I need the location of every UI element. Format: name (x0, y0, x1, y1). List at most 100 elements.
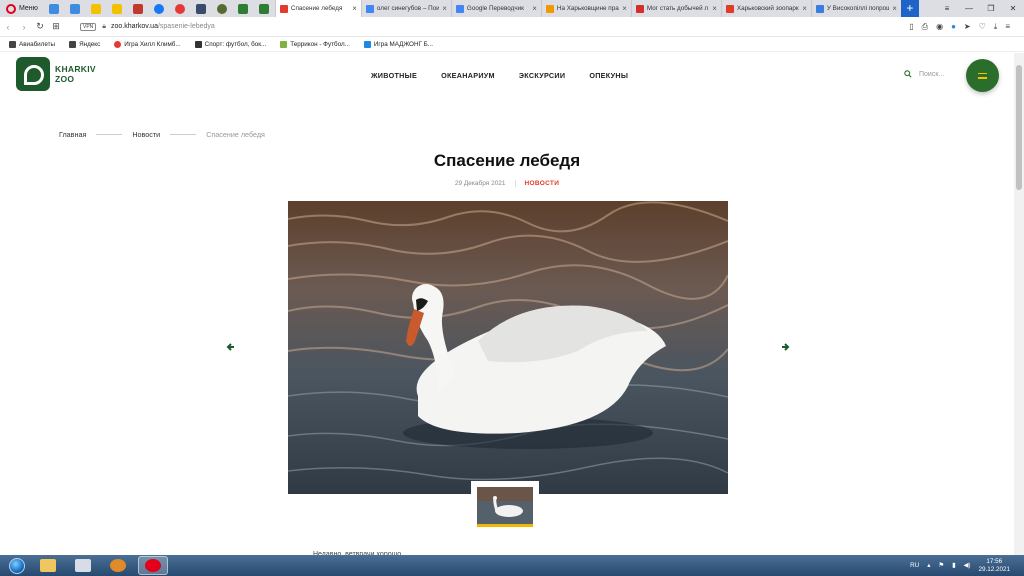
shield-icon (363, 40, 371, 48)
menu-button[interactable] (966, 59, 999, 92)
site-search[interactable]: Поиск... (904, 70, 944, 78)
gallery-thumbnails (471, 481, 539, 530)
page-title: Спасение лебедя (433, 151, 581, 170)
tab-search[interactable]: олег синегубов – Пои × (360, 0, 451, 17)
scrollbar-thumb[interactable] (1016, 65, 1022, 190)
news-favicon-icon (545, 4, 554, 13)
snapshot-icon[interactable]: ⎙ (922, 22, 928, 32)
breadcrumb-divider (96, 134, 123, 135)
bookmarks-panel-icon[interactable]: ▯ (909, 22, 913, 32)
pinned-tab-4[interactable] (107, 0, 128, 17)
pinned-tab-6[interactable] (149, 0, 170, 17)
pinned-tab-10[interactable] (233, 0, 254, 17)
swan-thumbnail (477, 487, 533, 524)
search-input[interactable]: Поиск... (919, 71, 944, 78)
folder-icon (40, 559, 56, 572)
tab-translate[interactable]: Google Переводчик × (450, 0, 541, 17)
pinned-tab-5[interactable] (128, 0, 149, 17)
nav-item-excursions[interactable]: ЭКСКУРСИИ (519, 71, 565, 80)
site-logo[interactable]: KHARKIV ZOO (16, 57, 96, 91)
maximize-button[interactable]: ❐ (980, 4, 1002, 13)
bookmark-item[interactable]: Авиабилеты (9, 40, 55, 48)
vpn-badge[interactable]: VPN (80, 22, 97, 31)
taskbar-app-3[interactable] (103, 556, 133, 575)
close-icon[interactable]: × (712, 4, 717, 13)
url-field[interactable]: zoo.kharkov.ua/spasenie-lebedya (111, 23, 215, 30)
taskbar-opera[interactable] (138, 556, 168, 575)
start-button[interactable] (6, 555, 28, 576)
main-nav: ЖИВОТНЫЕ ОКЕАНАРИУМ ЭКСКУРСИИ ОПЕКУНЫ (371, 71, 628, 80)
opera-menu-button[interactable]: Меню (0, 0, 44, 17)
bookmark-item[interactable]: Террикон - Футбол... (280, 40, 350, 48)
new-tab-button[interactable]: + (900, 0, 919, 17)
close-icon[interactable]: × (352, 4, 357, 13)
heart-icon[interactable]: ♡ (979, 22, 986, 32)
flag-icon[interactable]: ⚑ (938, 562, 944, 569)
close-icon[interactable]: × (442, 4, 447, 13)
tab-zoo[interactable]: Харьковский зоопарк × (720, 0, 811, 17)
tab-spasenie-lebedya[interactable]: Спасение лебедя × (274, 0, 361, 17)
breadcrumb-current: Спасение лебедя (206, 130, 265, 139)
tab-menu-icon[interactable]: ≡ (936, 4, 958, 13)
download-icon[interactable]: ⤓ (994, 22, 998, 32)
article-category[interactable]: НОВОСТИ (516, 180, 560, 187)
page-scrollbar[interactable] (1014, 53, 1024, 555)
close-icon[interactable]: × (532, 4, 537, 13)
close-icon[interactable]: × (892, 4, 897, 13)
easy-setup-icon[interactable]: ≡ (1005, 22, 1010, 32)
tab-news-3[interactable]: У Високопіллі попрош × (810, 0, 901, 17)
prev-arrow-icon[interactable] (226, 342, 236, 352)
hamburger-icon (978, 72, 987, 74)
bookmarks-bar: Авиабилеты Яндекс Игра Хилл Климб... Спо… (0, 37, 1024, 52)
breadcrumb-news[interactable]: Новости (132, 130, 160, 139)
speed-dial-icon[interactable]: ⊞ (48, 21, 64, 32)
taskbar-app-2[interactable] (68, 556, 98, 575)
nav-item-oceanarium[interactable]: ОКЕАНАРИУМ (441, 71, 495, 80)
media-icon (110, 559, 126, 572)
reload-button[interactable]: ↻ (32, 21, 48, 32)
translate-favicon-icon (455, 4, 464, 13)
back-button[interactable]: ‹ (0, 22, 16, 32)
pinned-tab-8[interactable] (191, 0, 212, 17)
close-window-button[interactable]: ✕ (1002, 4, 1024, 13)
clock[interactable]: 17:56 29.12.2021 (978, 558, 1010, 573)
breadcrumb: Главная Новости Спасение лебедя (59, 130, 265, 139)
volume-icon[interactable]: ◀) (964, 562, 971, 569)
nav-item-animals[interactable]: ЖИВОТНЫЕ (371, 71, 417, 80)
tab-news-2[interactable]: Мог стать добычей л × (630, 0, 721, 17)
bookmark-item[interactable]: Спорт: футбол, бок... (194, 40, 266, 48)
folder-icon (69, 40, 77, 48)
close-icon[interactable]: × (622, 4, 627, 13)
forward-button[interactable]: › (16, 22, 32, 32)
minimize-button[interactable]: — (958, 4, 980, 13)
pinned-tab-11[interactable] (254, 0, 275, 17)
lock-icon[interactable]: 🔒︎ (102, 23, 106, 31)
camera-icon[interactable]: ◉ (936, 22, 943, 32)
search-icon (904, 70, 912, 78)
pinned-tab-3[interactable] (86, 0, 107, 17)
windows-taskbar: RU ▴ ⚑ ▮ ◀) 17:56 29.12.2021 (0, 555, 1024, 576)
breadcrumb-home[interactable]: Главная (59, 130, 86, 139)
next-arrow-icon[interactable] (780, 342, 790, 352)
close-icon[interactable]: × (802, 4, 807, 13)
nav-item-guardians[interactable]: ОПЕКУНЫ (589, 71, 628, 80)
opera-icon (145, 559, 161, 572)
google-favicon-icon (365, 4, 374, 13)
language-indicator[interactable]: RU (910, 562, 919, 569)
bookmark-item[interactable]: Игра МАДЖОНГ Б... (363, 40, 433, 48)
gallery-thumbnail[interactable] (477, 487, 533, 527)
taskbar-explorer[interactable] (33, 556, 63, 575)
tray-arrow-icon[interactable]: ▴ (927, 562, 930, 569)
bookmark-item[interactable]: Яндекс (69, 40, 100, 48)
pinned-tab-9[interactable] (212, 0, 233, 17)
article-date: 29 Декабря 2021 (455, 180, 516, 187)
pinned-tab-2[interactable] (65, 0, 86, 17)
network-icon[interactable]: ▮ (952, 562, 955, 569)
pinned-tab-7[interactable] (170, 0, 191, 17)
pinned-tab-1[interactable] (44, 0, 65, 17)
tab-news-1[interactable]: На Харьковщине пра × (540, 0, 631, 17)
vpn-check-icon[interactable]: ● (951, 22, 956, 32)
game-icon (114, 40, 122, 48)
send-icon[interactable]: ➤ (964, 22, 971, 32)
bookmark-item[interactable]: Игра Хилл Климб... (114, 40, 181, 48)
